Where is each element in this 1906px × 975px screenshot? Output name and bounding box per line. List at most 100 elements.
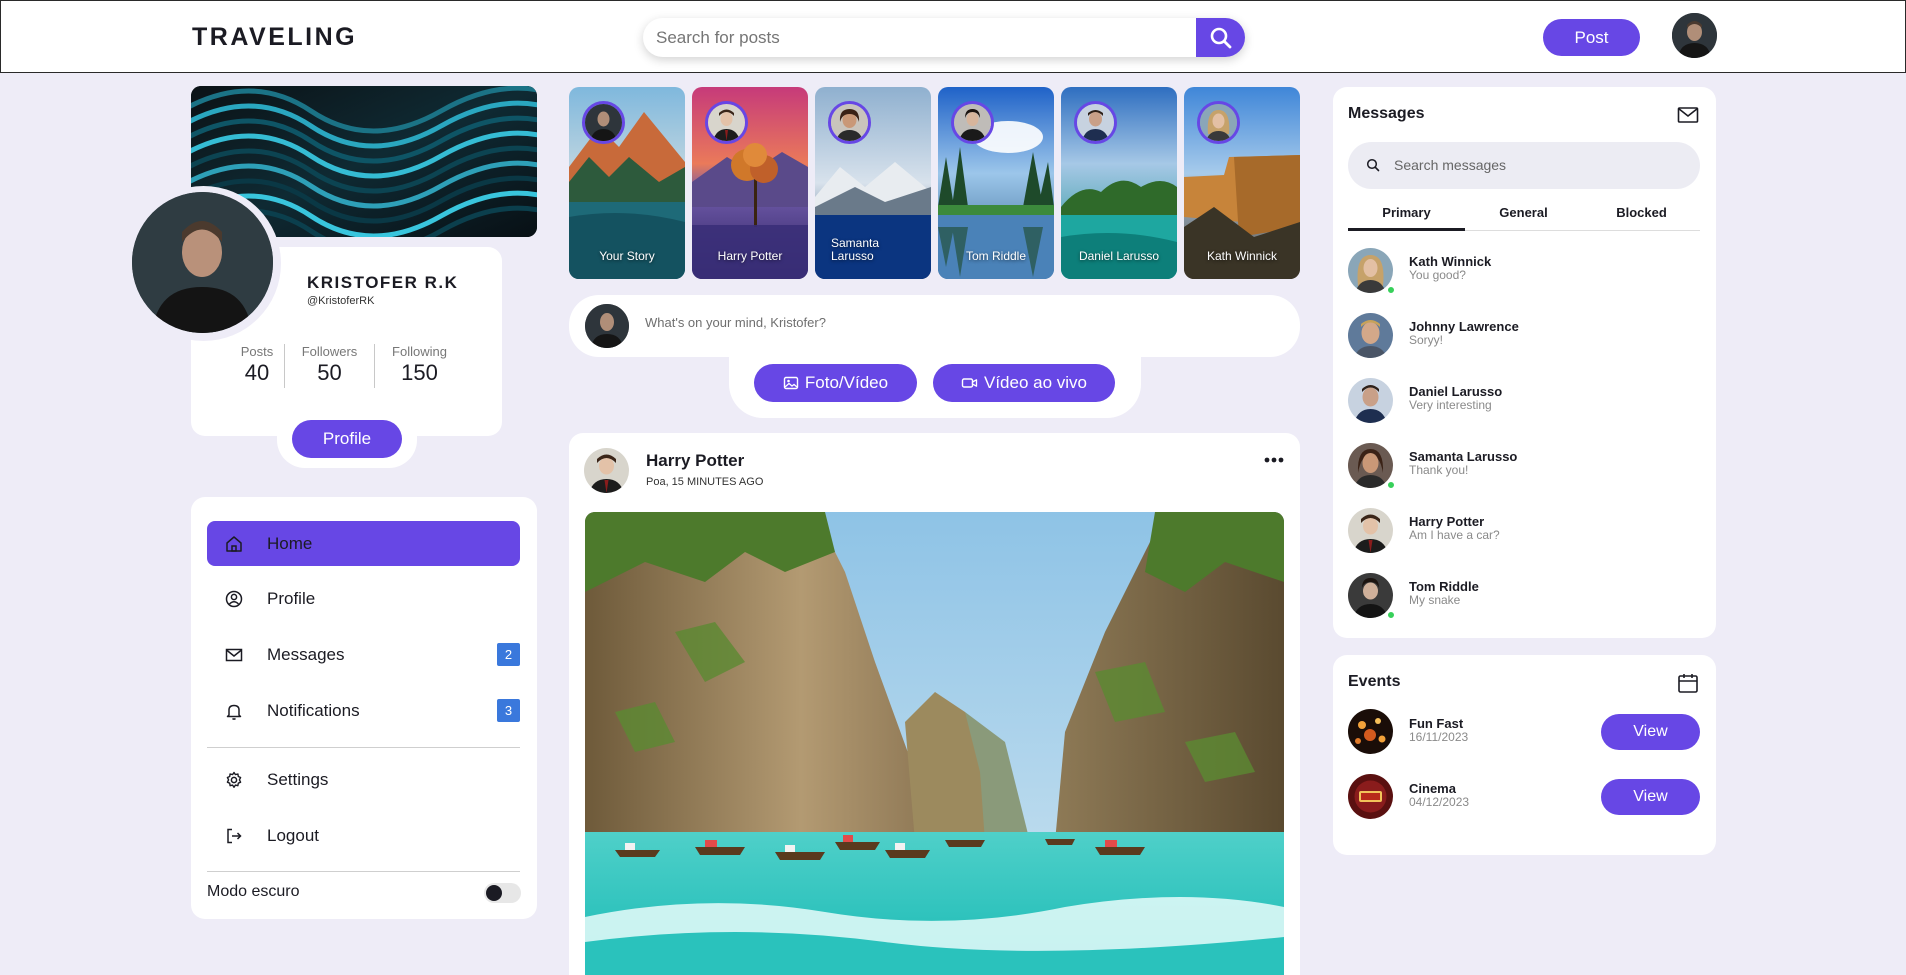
sidebar-item-label: Home	[267, 533, 313, 553]
top-navbar: TRAVELING Post	[0, 0, 1906, 73]
stat-label: Followers	[301, 344, 358, 359]
menu-divider	[207, 747, 520, 748]
gear-icon	[226, 771, 242, 788]
live-video-button[interactable]: Vídeo ao vivo	[933, 364, 1115, 402]
envelope-icon	[225, 648, 243, 662]
tab-primary[interactable]: Primary	[1348, 205, 1465, 220]
sidebar-item-notifications[interactable]: Notifications 3	[207, 688, 520, 733]
live-video-label: Vídeo ao vivo	[983, 373, 1087, 392]
profile-avatar[interactable]	[132, 192, 273, 333]
contact-name: Tom Riddle	[1409, 579, 1479, 594]
post-author-avatar[interactable]	[584, 448, 629, 493]
search-button[interactable]	[1196, 18, 1245, 57]
search-icon	[1210, 27, 1231, 48]
story-avatar	[705, 101, 748, 144]
story-card[interactable]: Kath Winnick	[1184, 87, 1300, 279]
contact-item[interactable]: Daniel Larusso Very interesting	[1348, 376, 1700, 426]
home-icon	[226, 536, 242, 552]
sidebar-item-profile[interactable]: Profile	[207, 576, 520, 621]
story-name: Kath Winnick	[1206, 249, 1278, 263]
sidebar-item-label: Settings	[267, 769, 329, 789]
contact-item[interactable]: Harry Potter Am I have a car?	[1348, 506, 1700, 556]
story-name: Your Story	[599, 249, 655, 263]
toggle-knob	[486, 885, 502, 901]
dark-mode-toggle[interactable]	[484, 883, 521, 903]
photo-video-button[interactable]: Foto/Vídeo	[754, 364, 917, 402]
contact-avatar	[1348, 378, 1393, 423]
story-avatar	[951, 101, 994, 144]
sidebar-item-label: Messages	[267, 644, 345, 664]
contact-avatar	[1348, 313, 1393, 358]
photo-video-label: Foto/Vídeo	[804, 373, 889, 392]
logout-icon	[227, 828, 242, 844]
online-indicator	[1386, 610, 1396, 620]
compose-message-icon[interactable]	[1677, 104, 1699, 126]
contact-name: Samanta Larusso	[1409, 449, 1518, 464]
composer-avatar	[585, 304, 629, 348]
messages-search-input[interactable]	[1394, 157, 1684, 173]
sidebar-item-logout[interactable]: Logout	[207, 813, 520, 858]
dark-mode-label: Modo escuro	[207, 883, 300, 900]
story-card[interactable]: Daniel Larusso	[1061, 87, 1177, 279]
more-options-icon[interactable]	[1263, 453, 1285, 467]
menu-divider	[207, 871, 520, 872]
event-avatar	[1348, 774, 1393, 819]
messages-title: Messages	[1348, 105, 1425, 122]
post-composer	[569, 295, 1300, 357]
online-indicator	[1386, 480, 1396, 490]
app-logo[interactable]: TRAVELING	[192, 23, 357, 52]
post-author-name[interactable]: Harry Potter	[646, 451, 744, 471]
story-card[interactable]: Tom Riddle	[938, 87, 1054, 279]
profile-button[interactable]: Profile	[292, 420, 402, 458]
story-card[interactable]: Your Story	[569, 87, 685, 279]
sidebar-menu: Home Profile Messages 2 Notifications 3 …	[191, 497, 537, 919]
contact-item[interactable]: Samanta Larusso Thank you!	[1348, 441, 1700, 491]
contact-name: Harry Potter	[1409, 514, 1485, 529]
messages-panel: Messages Primary General Blocked Kath Wi…	[1333, 87, 1716, 638]
story-name: Daniel Larusso	[1078, 249, 1160, 263]
sidebar-item-messages[interactable]: Messages 2	[207, 632, 520, 677]
tab-general[interactable]: General	[1465, 205, 1582, 220]
active-tab-indicator	[1348, 228, 1465, 231]
stat-value: 50	[317, 360, 342, 385]
story-avatar	[1074, 101, 1117, 144]
view-event-button[interactable]: View	[1601, 714, 1700, 750]
sidebar-item-home[interactable]: Home	[207, 521, 520, 566]
profile-name: KRISTOFER R.K	[307, 273, 459, 292]
composer-input[interactable]	[645, 315, 1245, 330]
contact-name: Kath Winnick	[1409, 254, 1492, 269]
contact-avatar	[1348, 508, 1393, 553]
online-indicator	[1386, 285, 1396, 295]
notifications-count-badge: 3	[497, 699, 520, 722]
contact-name: Daniel Larusso	[1409, 384, 1503, 399]
calendar-icon[interactable]	[1677, 672, 1699, 694]
profile-handle: @KristoferRK	[307, 295, 375, 307]
contact-last-message: Thank you!	[1409, 463, 1469, 477]
sidebar-item-label: Notifications	[267, 700, 360, 720]
event-item: Cinema 04/12/2023 View	[1348, 772, 1700, 822]
story-avatar	[582, 101, 625, 144]
stat-followers: Followers 50	[284, 344, 374, 388]
contact-item[interactable]: Kath Winnick You good?	[1348, 246, 1700, 296]
image-icon	[783, 376, 799, 390]
story-card[interactable]: Samanta Larusso	[815, 87, 931, 279]
event-avatar	[1348, 709, 1393, 754]
event-date: 04/12/2023	[1409, 795, 1470, 809]
stat-label: Following	[392, 344, 447, 359]
new-post-button[interactable]: Post	[1543, 19, 1640, 56]
sidebar-item-settings[interactable]: Settings	[207, 757, 520, 802]
post-image[interactable]	[585, 512, 1284, 975]
contact-item[interactable]: Tom Riddle My snake	[1348, 571, 1700, 621]
post-search-input[interactable]	[643, 18, 1197, 57]
sidebar-item-label: Logout	[267, 825, 319, 845]
event-item: Fun Fast 16/11/2023 View	[1348, 707, 1700, 757]
user-avatar[interactable]	[1672, 13, 1717, 58]
contact-item[interactable]: Johnny Lawrence Soryy!	[1348, 311, 1700, 361]
video-camera-icon	[961, 378, 978, 388]
story-name: Tom Riddle	[965, 249, 1027, 263]
story-name: Harry Potter	[717, 249, 783, 263]
tab-blocked[interactable]: Blocked	[1583, 205, 1700, 220]
story-avatar	[828, 101, 871, 144]
view-event-button[interactable]: View	[1601, 779, 1700, 815]
story-card[interactable]: Harry Potter	[692, 87, 808, 279]
